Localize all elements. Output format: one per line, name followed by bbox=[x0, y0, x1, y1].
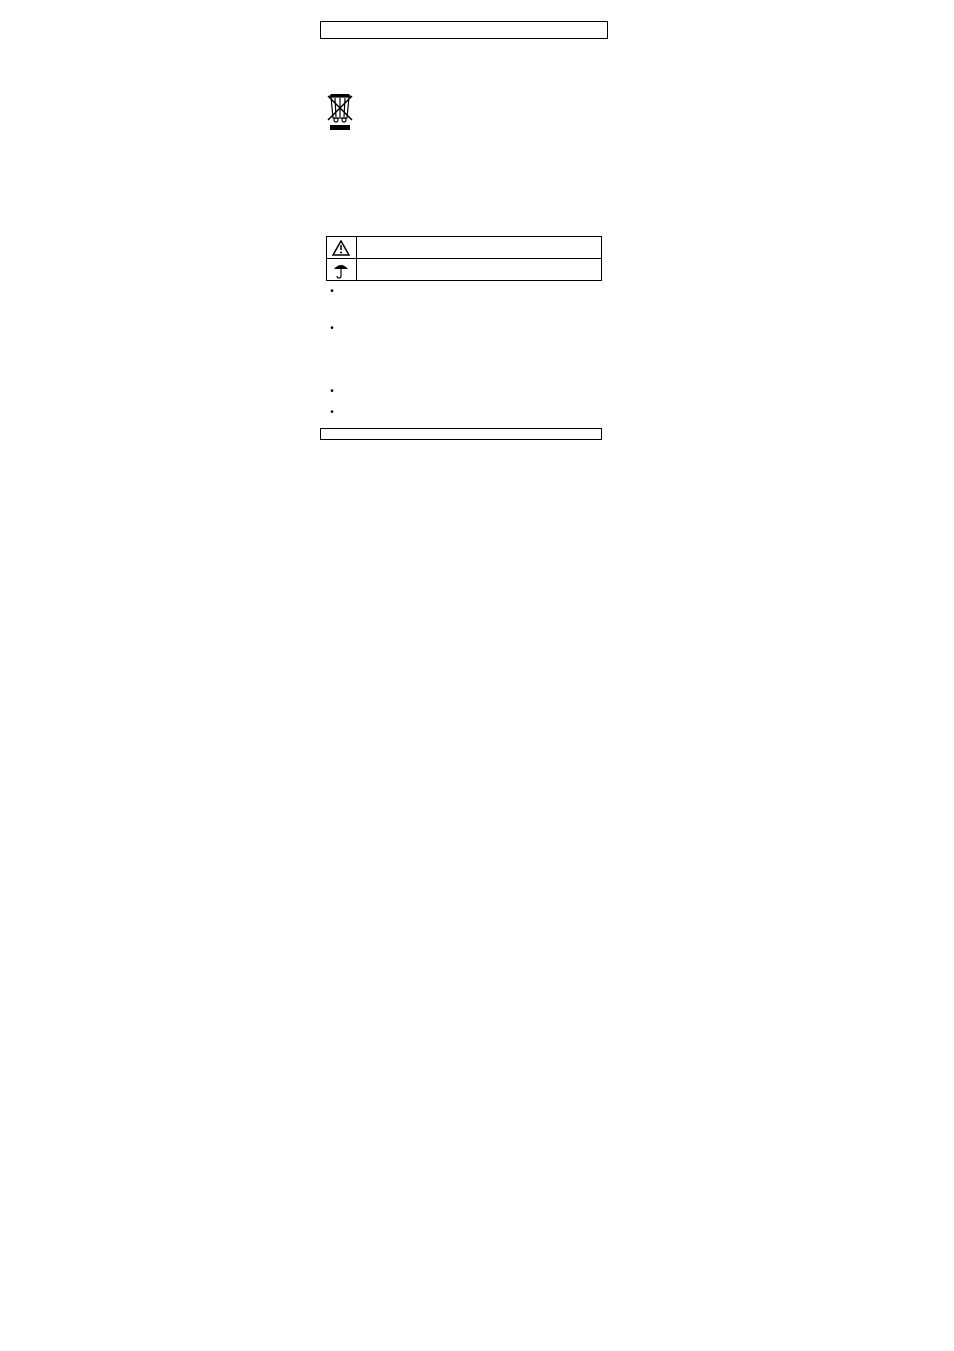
bullet-text bbox=[338, 323, 602, 334]
list-item: • bbox=[326, 323, 602, 334]
warning-symbol-cell bbox=[327, 237, 357, 259]
bullet-text bbox=[338, 386, 602, 397]
table-row bbox=[327, 259, 602, 281]
umbrella-icon bbox=[327, 261, 356, 279]
bullet-list: • • • • bbox=[326, 286, 602, 420]
bullet-marker: • bbox=[326, 323, 338, 334]
keep-dry-symbol-cell bbox=[327, 259, 357, 281]
warning-text-cell bbox=[356, 237, 601, 259]
bullet-marker: • bbox=[326, 407, 338, 418]
symbol-table bbox=[326, 236, 602, 281]
bullet-marker: • bbox=[326, 386, 338, 397]
bullet-text bbox=[338, 407, 602, 418]
top-box-outline bbox=[320, 21, 608, 39]
table-row bbox=[327, 237, 602, 259]
bottom-box-outline bbox=[320, 428, 602, 440]
list-item: • bbox=[326, 386, 602, 397]
weee-section bbox=[320, 94, 608, 130]
keep-dry-text-cell bbox=[356, 259, 601, 281]
list-item: • bbox=[326, 407, 602, 418]
list-item: • bbox=[326, 286, 602, 297]
bullet-marker: • bbox=[326, 286, 338, 297]
bullet-text bbox=[338, 286, 602, 297]
warning-triangle-icon bbox=[327, 240, 356, 256]
weee-crossed-bin-icon bbox=[326, 94, 354, 130]
